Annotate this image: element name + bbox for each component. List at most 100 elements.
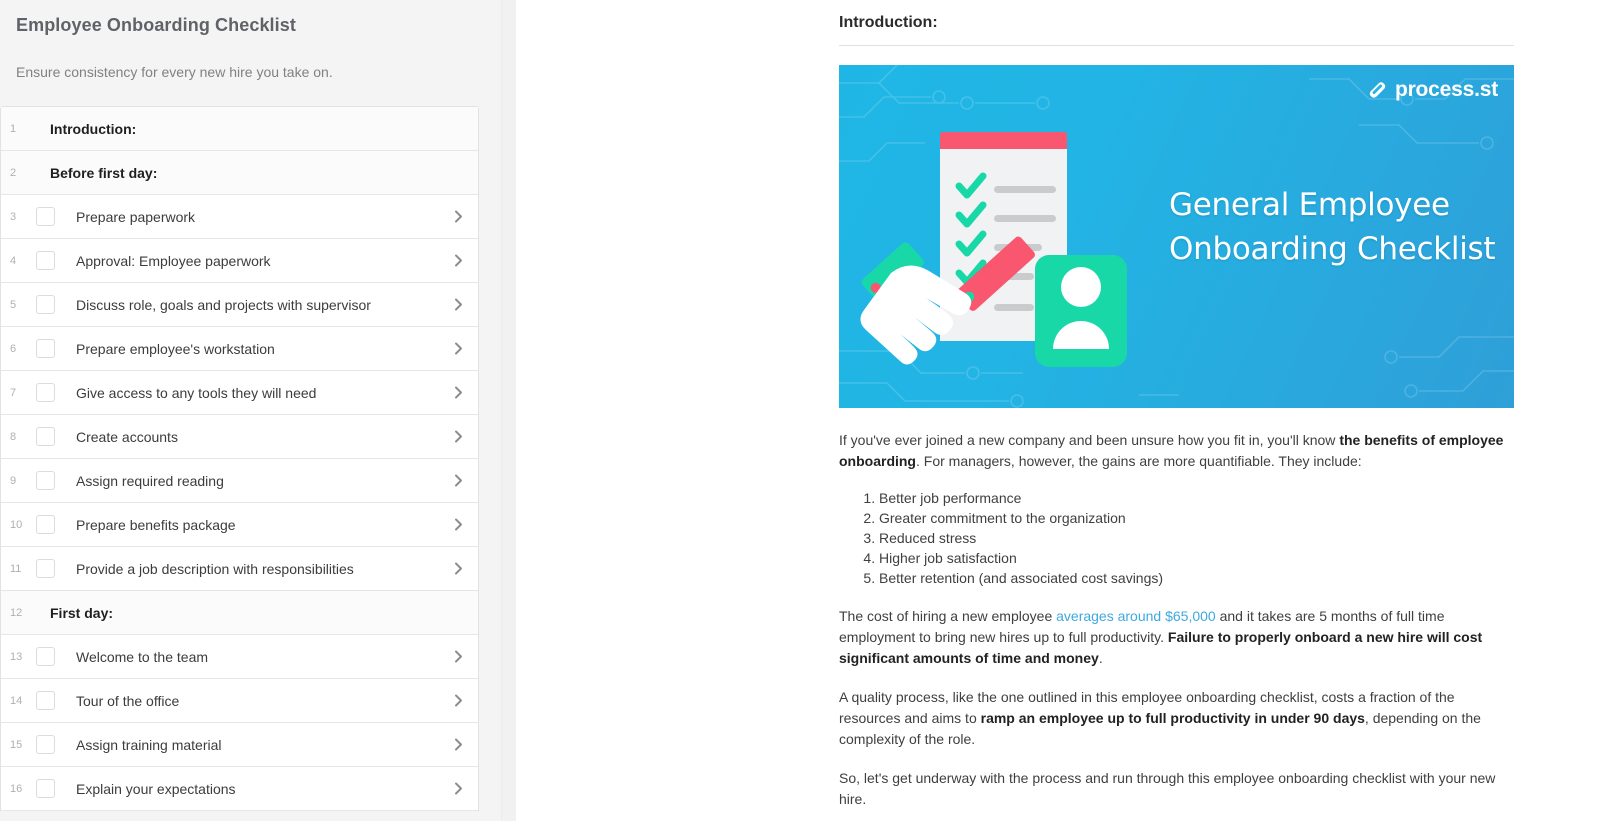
task-checkbox[interactable] (36, 295, 66, 314)
benefit-item: Higher job satisfaction (879, 548, 1514, 568)
checkbox-icon[interactable] (36, 295, 55, 314)
task-number: 7 (10, 386, 17, 399)
task-label: Create accounts (76, 428, 178, 445)
task-row[interactable]: 15 Assign training material (1, 723, 478, 767)
task-number: 3 (10, 210, 17, 223)
task-row[interactable]: 7 Give access to any tools they will need (1, 371, 478, 415)
task-checkbox[interactable] (36, 427, 66, 446)
checkbox-icon[interactable] (36, 779, 55, 798)
task-number: 6 (10, 342, 17, 355)
task-label: Before first day: (50, 164, 158, 181)
process-st-logo-mark (1369, 82, 1386, 98)
checkbox-icon[interactable] (36, 735, 55, 754)
task-number: 8 (10, 430, 17, 443)
chevron-right-icon[interactable] (438, 474, 478, 487)
checkbox-icon[interactable] (36, 647, 55, 666)
section-title: Introduction: (839, 14, 938, 31)
task-number: 5 (10, 298, 17, 311)
task-row[interactable]: 14 Tour of the office (1, 679, 478, 723)
sidebar-scroll-content: Employee Onboarding Checklist Ensure con… (0, 0, 495, 821)
paragraph-cost: The cost of hiring a new employee averag… (839, 606, 1514, 669)
task-row[interactable]: 10 Prepare benefits package (1, 503, 478, 547)
task-row[interactable]: 16 Explain your expectations (1, 767, 478, 811)
checkbox-icon[interactable] (36, 251, 55, 270)
task-checkbox[interactable] (36, 559, 66, 578)
checkbox-icon[interactable] (36, 427, 55, 446)
task-row[interactable]: 13 Welcome to the team (1, 635, 478, 679)
task-number: 16 (10, 782, 23, 795)
task-row[interactable]: 11 Provide a job description with respons… (1, 547, 478, 591)
paragraph-quality-bold: ramp an employee up to full productivity… (980, 710, 1365, 726)
task-checkbox[interactable] (36, 207, 66, 226)
checkbox-icon[interactable] (36, 207, 55, 226)
chevron-right-icon[interactable] (438, 738, 478, 751)
task-row[interactable]: 8 Create accounts (1, 415, 478, 459)
banner-title-line1: General Employee (1169, 187, 1450, 223)
checkbox-icon[interactable] (36, 515, 55, 534)
task-label: Approval: Employee paperwork (76, 252, 271, 269)
task-section-heading[interactable]: 1 Introduction: (1, 107, 478, 151)
task-checkbox[interactable] (36, 383, 66, 402)
task-section-heading[interactable]: 2 Before first day: (1, 151, 478, 195)
task-checkbox[interactable] (36, 515, 66, 534)
task-label: Prepare benefits package (76, 516, 236, 533)
cost-of-hiring-link[interactable]: averages around $65,000 (1056, 608, 1216, 624)
task-checkbox[interactable] (36, 647, 66, 666)
task-number: 9 (10, 474, 17, 487)
chevron-right-icon[interactable] (438, 650, 478, 663)
checklist-sidebar: Employee Onboarding Checklist Ensure con… (0, 0, 516, 821)
task-checkbox[interactable] (36, 471, 66, 490)
onboarding-illustration (860, 132, 1127, 367)
task-row[interactable]: 3 Prepare paperwork (1, 195, 478, 239)
task-row[interactable]: 5 Discuss role, goals and projects with s… (1, 283, 478, 327)
chevron-right-icon[interactable] (438, 562, 478, 575)
task-row[interactable]: 6 Prepare employee's workstation (1, 327, 478, 371)
task-section-heading[interactable]: 12 First day: (1, 591, 478, 635)
title-divider (839, 45, 1514, 46)
task-checkbox[interactable] (36, 735, 66, 754)
chevron-right-icon[interactable] (438, 782, 478, 795)
task-label: Tour of the office (76, 692, 180, 709)
chevron-right-icon[interactable] (438, 386, 478, 399)
chevron-right-icon[interactable] (438, 694, 478, 707)
checklist-app: Employee Onboarding Checklist Ensure con… (0, 0, 1604, 821)
checkbox-icon[interactable] (36, 691, 55, 710)
chevron-right-icon[interactable] (438, 210, 478, 223)
sidebar-scrollbar-track[interactable] (501, 0, 516, 821)
article-body: If you've ever joined a new company and … (839, 408, 1514, 810)
checkbox-icon[interactable] (36, 339, 55, 358)
task-label: Prepare paperwork (76, 208, 196, 225)
task-row[interactable]: 4 Approval: Employee paperwork (1, 239, 478, 283)
task-number: 1 (10, 122, 17, 135)
main-inner: Introduction: process.st General Employe… (839, 0, 1514, 821)
task-label: Welcome to the team (76, 648, 209, 665)
task-label: Provide a job description with responsib… (76, 560, 354, 577)
task-checkbox[interactable] (36, 251, 66, 270)
task-checkbox[interactable] (36, 691, 66, 710)
page-title: Employee Onboarding Checklist (16, 15, 296, 35)
chevron-right-icon[interactable] (438, 254, 478, 267)
task-number: 12 (10, 606, 23, 619)
task-label: Introduction: (50, 120, 137, 137)
benefit-item: Better job performance (879, 488, 1514, 508)
chevron-right-icon[interactable] (438, 430, 478, 443)
paragraph-cost-post: . (1098, 650, 1103, 666)
task-checkbox[interactable] (36, 779, 66, 798)
checkbox-icon[interactable] (36, 383, 55, 402)
paragraph-intro: If you've ever joined a new company and … (839, 430, 1514, 472)
process-st-logo-text: process.st (1394, 78, 1498, 101)
task-number: 4 (10, 254, 17, 267)
banner-title: General Employee Onboarding Checklist (1169, 183, 1509, 271)
checkbox-icon[interactable] (36, 559, 55, 578)
task-row[interactable]: 9 Assign required reading (1, 459, 478, 503)
checkbox-icon[interactable] (36, 471, 55, 490)
chevron-right-icon[interactable] (438, 518, 478, 531)
main-content: Introduction: process.st General Employe… (516, 0, 1604, 821)
paragraph-intro-post: . For managers, however, the gains are m… (916, 453, 1362, 469)
benefit-item: Better retention (and associated cost sa… (879, 568, 1514, 588)
benefit-item: Greater commitment to the organization (879, 508, 1514, 528)
task-number: 15 (10, 738, 23, 751)
chevron-right-icon[interactable] (438, 298, 478, 311)
chevron-right-icon[interactable] (438, 342, 478, 355)
task-checkbox[interactable] (36, 339, 66, 358)
